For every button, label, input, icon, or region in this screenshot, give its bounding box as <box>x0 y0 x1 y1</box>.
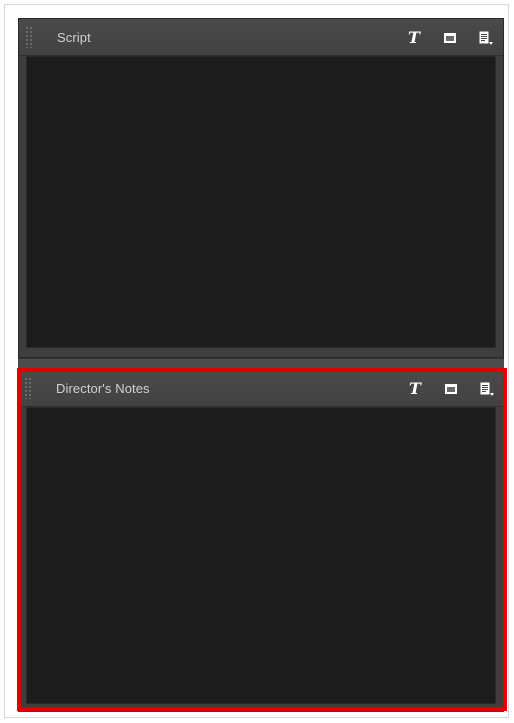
drag-handle-icon[interactable] <box>24 377 32 399</box>
panel-title: Script <box>57 30 91 45</box>
drag-handle-icon[interactable] <box>25 26 33 48</box>
window-button[interactable] <box>440 378 462 400</box>
window-button[interactable] <box>439 27 461 49</box>
script-panel: Script T <box>18 18 504 358</box>
storyboard-panels: Script T Director's Notes T <box>18 18 504 712</box>
document-menu-icon <box>479 31 493 45</box>
panel-splitter[interactable] <box>18 358 504 370</box>
directors-notes-panel: Director's Notes T <box>18 370 504 712</box>
text-format-icon: T <box>409 378 421 398</box>
directors-notes-panel-header: Director's Notes T <box>18 370 504 407</box>
panel-toolbar: T <box>403 19 497 56</box>
text-format-button[interactable]: T <box>404 378 426 400</box>
panel-menu-button[interactable] <box>476 378 498 400</box>
text-format-icon: T <box>408 27 420 47</box>
text-format-button[interactable]: T <box>403 27 425 49</box>
window-icon <box>445 383 457 394</box>
panel-toolbar: T <box>404 370 498 407</box>
window-icon <box>444 32 456 43</box>
panel-menu-button[interactable] <box>475 27 497 49</box>
script-panel-header: Script T <box>19 19 503 56</box>
document-menu-icon <box>480 382 494 396</box>
script-text-area[interactable] <box>26 56 496 348</box>
directors-notes-text-area[interactable] <box>26 407 496 704</box>
panel-title: Director's Notes <box>56 381 150 396</box>
